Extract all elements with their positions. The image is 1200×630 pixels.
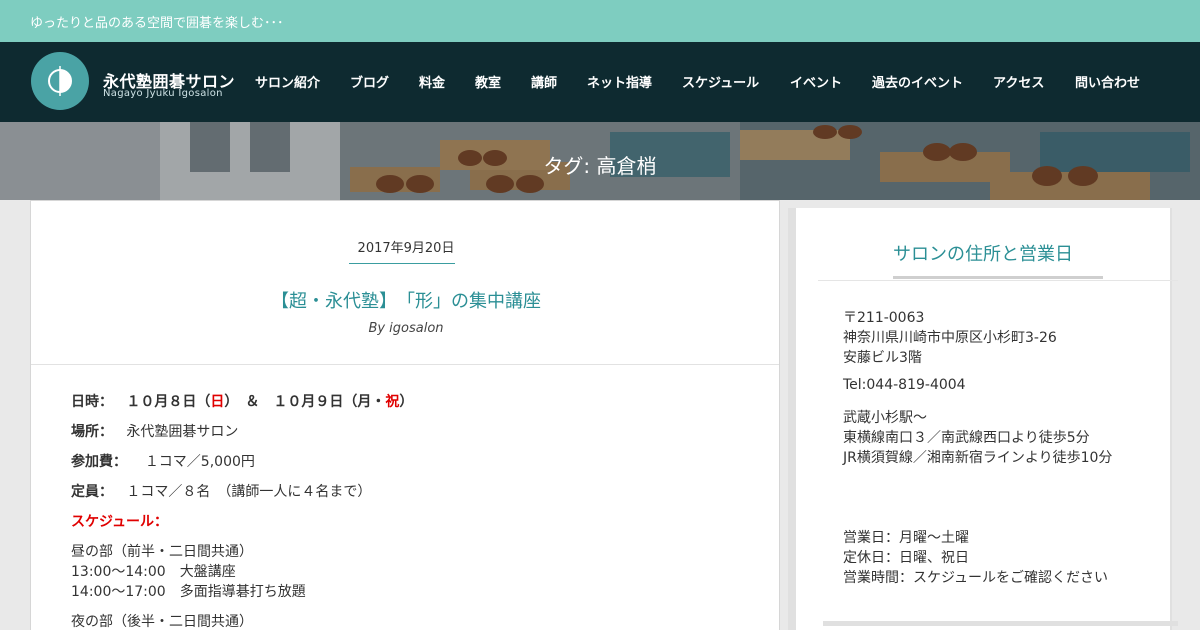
nav-item-past-events[interactable]: 過去のイベント xyxy=(872,72,963,91)
capacity-value: １コマ／８名 （講師一人に４名まで） xyxy=(126,484,372,500)
widget-title-underline xyxy=(893,276,1103,279)
address-line: 安藤ビル3階 xyxy=(843,350,922,366)
nav-item-salon[interactable]: サロン紹介 xyxy=(255,72,320,91)
widget-title: サロンの住所と営業日 xyxy=(893,244,1073,265)
closed-days: 定休日：日曜、祝日 xyxy=(843,550,969,566)
date-underline xyxy=(349,263,455,264)
post-title[interactable]: 【超・永代塾】 「形」の集中講座 xyxy=(31,287,781,313)
blog-post: 2017年9月20日 【超・永代塾】 「形」の集中講座 By igosalon … xyxy=(30,200,780,630)
nav-item-fees[interactable]: 料金 xyxy=(419,72,445,91)
widget-footer-bar xyxy=(823,621,1178,626)
route-line: 東横線南口３／南武線西口より徒歩5分 xyxy=(843,430,1090,446)
nav-item-online[interactable]: ネット指導 xyxy=(587,72,652,91)
place-label: 場所： xyxy=(71,424,113,440)
address-line: 神奈川県川崎市中原区小杉町3-26 xyxy=(843,330,1057,346)
hero-banner: タグ: 高倉梢 xyxy=(0,122,1200,200)
nav-item-schedule[interactable]: スケジュール xyxy=(682,72,759,91)
schedule-label: スケジュール： xyxy=(71,514,169,530)
fee-line: 参加費： １コマ／5,000円 xyxy=(71,451,255,471)
date-part-c: ） xyxy=(399,394,414,410)
date-part-b: ） ＆ １０月９日（月・ xyxy=(224,394,386,410)
post-date[interactable]: 2017年9月20日 xyxy=(31,237,781,256)
site-header: 永代塾囲碁サロン Nagayo Jyuku Igosalon サロン紹介 ブログ… xyxy=(0,42,1200,122)
main-nav: サロン紹介 ブログ 料金 教室 講師 ネット指導 スケジュール イベント 過去の… xyxy=(0,72,1200,92)
place-line: 場所： 永代塾囲碁サロン xyxy=(71,421,238,441)
sidebar-widget: サロンの住所と営業日 〒211-0063 神奈川県川崎市中原区小杉町3-26 安… xyxy=(788,208,1178,630)
post-byline[interactable]: By igosalon xyxy=(31,321,781,336)
capacity-line: 定員： １コマ／８名 （講師一人に４名まで） xyxy=(71,481,371,501)
day-session-row: 13:00～14:00 大盤講座 xyxy=(71,564,236,580)
fee-label: 参加費： xyxy=(71,454,127,470)
nav-item-classroom[interactable]: 教室 xyxy=(475,72,501,91)
holiday-mark: 祝 xyxy=(385,394,400,410)
phone-number[interactable]: Tel:044-819-4004 xyxy=(843,377,966,393)
nav-item-contact[interactable]: 問い合わせ xyxy=(1075,72,1140,91)
sunday-mark: 日 xyxy=(210,394,225,410)
nav-item-events[interactable]: イベント xyxy=(790,72,842,91)
page-title: タグ: 高倉梢 xyxy=(543,154,657,178)
postal-code: 〒211-0063 xyxy=(843,310,925,326)
nav-item-instructors[interactable]: 講師 xyxy=(531,72,557,91)
tagline: ゆったりと品のある空間で囲碁を楽しむ･･･ xyxy=(30,16,284,31)
station-label: 武蔵小杉駅～ xyxy=(843,410,927,426)
divider xyxy=(818,280,1178,281)
place-value: 永代塾囲碁サロン xyxy=(126,424,239,440)
top-bar: ゆったりと品のある空間で囲碁を楽しむ･･･ xyxy=(0,0,1200,42)
business-hours: 営業時間：スケジュールをご確認ください xyxy=(843,570,1109,586)
night-session-label: 夜の部（後半・二日間共通） xyxy=(71,614,253,630)
route-line: JR横須賀線／湘南新宿ラインより徒歩10分 xyxy=(843,450,1113,466)
fee-value: １コマ／5,000円 xyxy=(144,454,255,470)
day-session-row: 14:00～17:00 多面指導碁打ち放題 xyxy=(71,584,306,600)
date-label: 日時： xyxy=(71,394,113,410)
nav-item-access[interactable]: アクセス xyxy=(993,72,1044,91)
event-date-line: 日時： １０月８日（日） ＆ １０月９日（月・祝） xyxy=(71,391,413,411)
open-days: 営業日：月曜～土曜 xyxy=(843,530,969,546)
nav-item-blog[interactable]: ブログ xyxy=(350,72,389,91)
day-session-label: 昼の部（前半・二日間共通） xyxy=(71,544,253,560)
date-part-a: １０月８日（ xyxy=(126,394,211,410)
capacity-label: 定員： xyxy=(71,484,113,500)
divider xyxy=(31,364,779,365)
